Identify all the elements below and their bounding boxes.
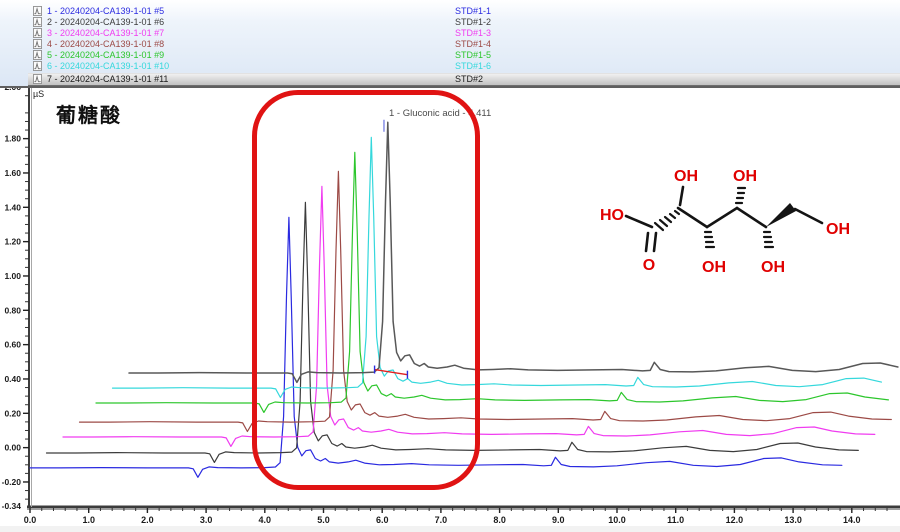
y-min-label: -0.34 — [2, 501, 22, 511]
gluconic-acid-structure: HO O OH OH OH OH OH — [590, 150, 880, 290]
x-tick-label: 2.0 — [141, 515, 154, 525]
chromatography-window: { "chart_data": { "type": "line", "title… — [0, 0, 900, 532]
std-label: STD#1-6 — [455, 61, 491, 72]
std-label: STD#1-4 — [455, 39, 491, 50]
chromatogram-icon — [33, 6, 42, 16]
chart-title: 葡糖酸 — [56, 99, 122, 128]
x-tick-label: 9.0 — [552, 515, 565, 525]
trace-label: 4 - 20240204-CA139-1-01 #8 — [47, 39, 164, 50]
chromatogram-icon — [33, 17, 42, 27]
y-tick-label: 0.00 — [4, 443, 21, 453]
x-tick-label: 14.0 — [843, 515, 861, 525]
oh-label: OH — [702, 259, 726, 276]
x-tick-label: 4.0 — [259, 515, 272, 525]
y-tick-label: 1.80 — [4, 134, 21, 144]
o-label: O — [643, 257, 655, 274]
y-axis-unit: µS — [33, 89, 44, 99]
x-tick-label: 11.0 — [667, 515, 684, 525]
trace-label: 1 - 20240204-CA139-1-01 #5 — [47, 6, 164, 17]
ho-label: HO — [600, 207, 624, 224]
chromatogram-icon — [33, 61, 42, 71]
chromatogram-icon — [33, 74, 42, 84]
oh-label: OH — [761, 259, 785, 276]
std-label: STD#1-1 — [455, 6, 491, 17]
trace-label: 6 - 20240204-CA139-1-01 #10 — [47, 61, 169, 72]
oh-label: OH — [674, 168, 698, 185]
x-tick-label: 3.0 — [200, 515, 213, 525]
y-tick-label: 0.80 — [4, 305, 21, 315]
red-oval-annotation — [252, 90, 480, 490]
oh-label: OH — [733, 168, 757, 185]
x-tick-label: 1.0 — [82, 515, 95, 525]
trace-label: 5 - 20240204-CA139-1-01 #9 — [47, 50, 164, 61]
x-tick-label: 12.0 — [726, 515, 744, 525]
x-tick-label: 8.0 — [493, 515, 506, 525]
y-tick-label: 0.40 — [4, 374, 21, 384]
trace-label: 7 - 20240204-CA139-1-01 #11 — [47, 74, 168, 85]
x-tick-label: 7.0 — [435, 515, 448, 525]
oh-label: OH — [826, 221, 850, 238]
x-tick-label: 5.0 — [317, 515, 330, 525]
y-tick-label: 1.60 — [4, 168, 21, 178]
chromatogram-icon — [33, 39, 42, 49]
std-label: STD#1-2 — [455, 17, 491, 28]
x-tick-label: 0.0 — [24, 515, 37, 525]
x-tick-label: 6.0 — [376, 515, 389, 525]
chromatogram-icon — [33, 28, 42, 38]
x-tick-label: 10.0 — [608, 515, 626, 525]
std-label: STD#2 — [455, 74, 483, 85]
overlay-legend-panel: 1 - 20240204-CA139-1-01 #5 STD#1-1 2 - 2… — [0, 0, 900, 88]
y-tick-label: 1.40 — [4, 202, 21, 212]
std-label: STD#1-5 — [455, 50, 491, 61]
y-tick-label: 0.60 — [4, 340, 21, 350]
chromatogram-icon — [33, 50, 42, 60]
x-tick-label: 13.0 — [784, 515, 802, 525]
trace-label: 2 - 20240204-CA139-1-01 #6 — [47, 17, 164, 28]
y-tick-label: 0.20 — [4, 408, 21, 418]
y-tick-label: 1.00 — [4, 271, 21, 281]
std-label: STD#1-3 — [455, 28, 491, 39]
y-tick-label: -0.20 — [2, 477, 22, 487]
trace-label: 3 - 20240204-CA139-1-01 #7 — [47, 28, 164, 39]
y-tick-label: 1.20 — [4, 237, 21, 247]
